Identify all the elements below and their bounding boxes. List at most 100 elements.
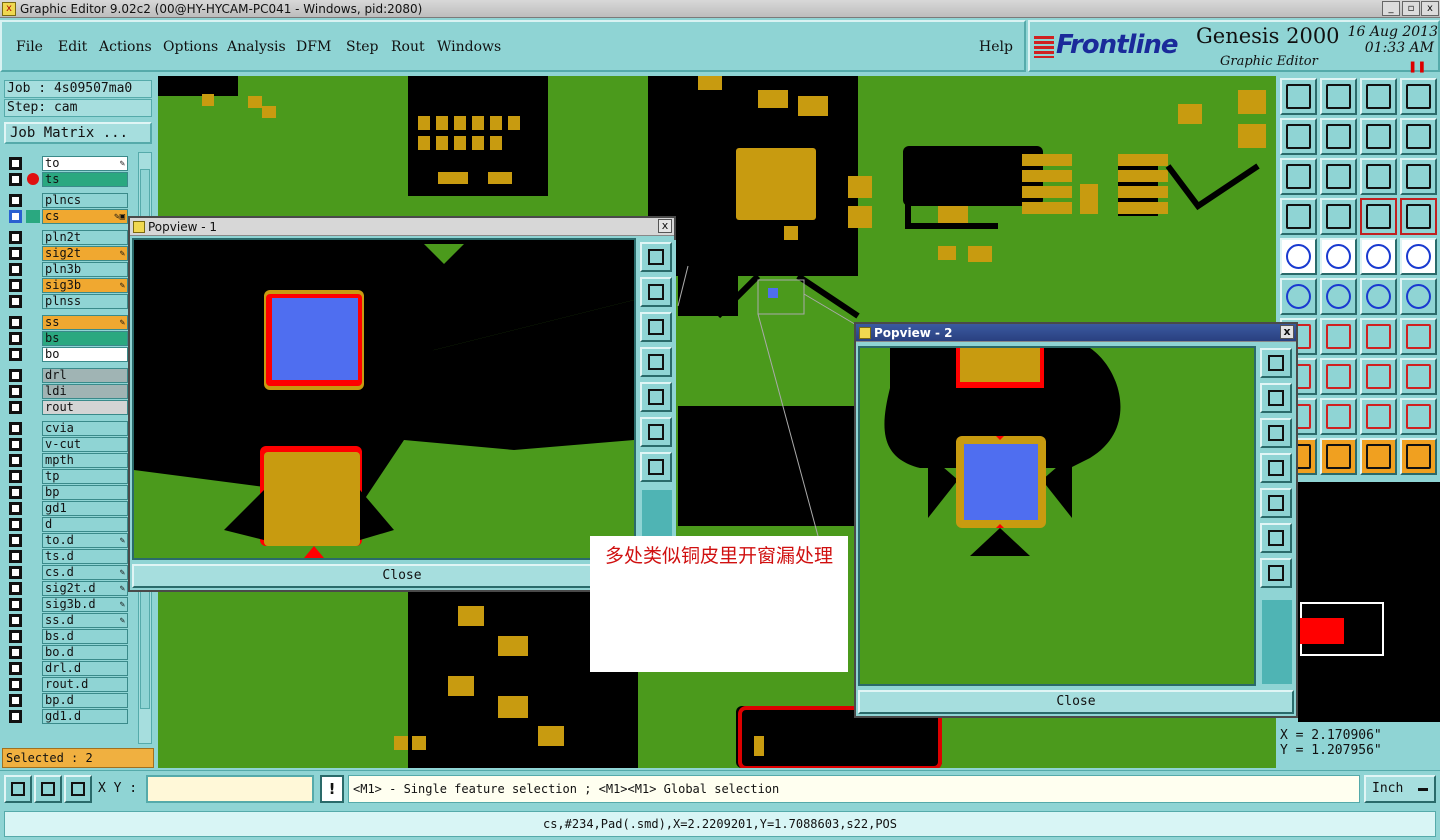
- layer-checkbox[interactable]: [9, 502, 22, 515]
- layer-row[interactable]: d: [6, 517, 130, 532]
- layer-checkbox[interactable]: [9, 550, 22, 563]
- popview-2-zoom-in-button[interactable]: [1260, 383, 1292, 413]
- popview-1-zoom-fit-button[interactable]: [640, 242, 672, 272]
- layer-name[interactable]: to.d ✎: [42, 533, 128, 548]
- layer-checkbox[interactable]: [9, 369, 22, 382]
- mirror-button[interactable]: [1400, 318, 1437, 355]
- redraw-button[interactable]: [1400, 118, 1437, 155]
- layer-name[interactable]: d: [42, 517, 128, 532]
- popview-2-zoom-out-button[interactable]: [1260, 418, 1292, 448]
- popview-1-close-icon[interactable]: x: [658, 219, 672, 233]
- popview-1-zoom-in-button[interactable]: [640, 277, 672, 307]
- layer-row[interactable]: ts.d: [6, 549, 130, 564]
- layer-row[interactable]: drl: [6, 368, 130, 383]
- layer-row[interactable]: tp: [6, 469, 130, 484]
- popview-1-fit-all-button[interactable]: [640, 417, 672, 447]
- resize-button[interactable]: [1360, 358, 1397, 395]
- layer-row[interactable]: bs.d: [6, 629, 130, 644]
- layer-name[interactable]: bp.d: [42, 693, 128, 708]
- popview-2-center-button[interactable]: [1260, 558, 1292, 588]
- layer-checkbox[interactable]: [9, 678, 22, 691]
- popview-2-fit-all-button[interactable]: [1260, 523, 1292, 553]
- rotate-button[interactable]: [1360, 318, 1397, 355]
- layer-checkbox[interactable]: [9, 582, 22, 595]
- layer-pick-button[interactable]: [1360, 198, 1397, 235]
- units-select[interactable]: Inch: [1364, 775, 1436, 803]
- layer-checkbox[interactable]: [9, 210, 22, 223]
- layer-checkbox[interactable]: [9, 422, 22, 435]
- layer-checkbox[interactable]: [9, 263, 22, 276]
- layer-row[interactable]: rout: [6, 400, 130, 415]
- add-line-button[interactable]: [1320, 238, 1357, 275]
- layer-name[interactable]: bp: [42, 485, 128, 500]
- popview-2-viewport[interactable]: [858, 346, 1256, 686]
- measure-button[interactable]: [1360, 238, 1397, 275]
- zoom-out-button[interactable]: [1320, 158, 1357, 195]
- layer-checkbox[interactable]: [9, 646, 22, 659]
- layer-name[interactable]: pln2t: [42, 230, 128, 245]
- popview-2-scroll-area[interactable]: [1262, 600, 1292, 684]
- layer-name[interactable]: gd1.d: [42, 709, 128, 724]
- layer-checkbox[interactable]: [9, 486, 22, 499]
- layer-pick-2-button[interactable]: [1400, 198, 1437, 235]
- layer-row[interactable]: cs.d ✎: [6, 565, 130, 580]
- layer-row[interactable]: rout.d: [6, 677, 130, 692]
- popview-1-pan-right-button[interactable]: [640, 382, 672, 412]
- layer-row[interactable]: ldi: [6, 384, 130, 399]
- add-pad-button[interactable]: [1280, 238, 1317, 275]
- layer-row[interactable]: plncs: [6, 193, 130, 208]
- layer-row[interactable]: bo: [6, 347, 130, 362]
- grid-button[interactable]: [1320, 198, 1357, 235]
- layer-row[interactable]: cs ✎▣: [6, 209, 130, 224]
- layer-name[interactable]: cs.d ✎: [42, 565, 128, 580]
- select-box-button[interactable]: [1400, 238, 1437, 275]
- text-b-button[interactable]: [1320, 398, 1357, 435]
- menu-windows[interactable]: Windows: [437, 39, 501, 55]
- net-button[interactable]: [1280, 278, 1317, 315]
- popview-2-pan-right-button[interactable]: [1260, 488, 1292, 518]
- layer-name[interactable]: drl: [42, 368, 128, 383]
- layer-row[interactable]: bp.d: [6, 693, 130, 708]
- split-button[interactable]: [1320, 358, 1357, 395]
- layer-row[interactable]: drl.d: [6, 661, 130, 676]
- layer-row[interactable]: cvia: [6, 421, 130, 436]
- job-matrix-button[interactable]: Job Matrix ...: [4, 122, 152, 144]
- layer-row[interactable]: bo.d: [6, 645, 130, 660]
- split-view-button[interactable]: [1400, 78, 1437, 115]
- layer-row[interactable]: sig3b.d ✎: [6, 597, 130, 612]
- exclamation-button[interactable]: !: [320, 775, 344, 803]
- layer-name[interactable]: plnss: [42, 294, 128, 309]
- zoom-in-button[interactable]: [1280, 158, 1317, 195]
- layer-name[interactable]: rout: [42, 400, 128, 415]
- popview-2-close-button[interactable]: Close: [858, 690, 1294, 714]
- flip-button[interactable]: [1360, 118, 1397, 155]
- popview-1-center-button[interactable]: [640, 452, 672, 482]
- menu-analysis[interactable]: Analysis: [227, 39, 286, 55]
- layer-row[interactable]: ts: [6, 172, 130, 187]
- layer-row[interactable]: v-cut: [6, 437, 130, 452]
- layer-row[interactable]: sig2t.d ✎: [6, 581, 130, 596]
- layer-checkbox[interactable]: [9, 279, 22, 292]
- layer-row[interactable]: to.d ✎: [6, 533, 130, 548]
- layer-name[interactable]: plncs: [42, 193, 128, 208]
- layer-row[interactable]: pln3b: [6, 262, 130, 277]
- home-button[interactable]: [1360, 78, 1397, 115]
- layer-checkbox[interactable]: [9, 316, 22, 329]
- popview-2-zoom-fit-button[interactable]: [1260, 348, 1292, 378]
- popview-1-viewport[interactable]: [132, 238, 636, 560]
- menu-dfm[interactable]: DFM: [296, 39, 331, 55]
- layer-row[interactable]: gd1: [6, 501, 130, 516]
- minimize-button[interactable]: _: [1382, 1, 1400, 16]
- layer-checkbox[interactable]: [9, 694, 22, 707]
- pan-left-button[interactable]: [1280, 118, 1317, 155]
- layer-name[interactable]: tp: [42, 469, 128, 484]
- layer-name[interactable]: ldi: [42, 384, 128, 399]
- xy-input[interactable]: [146, 775, 314, 803]
- pause-icon[interactable]: ❚❚: [1408, 60, 1426, 73]
- popview-2-close-icon[interactable]: x: [1280, 325, 1294, 339]
- grid-snap-button[interactable]: [64, 775, 92, 803]
- snap-button[interactable]: [1280, 198, 1317, 235]
- cross-button[interactable]: [1320, 278, 1357, 315]
- layer-checkbox[interactable]: [9, 231, 22, 244]
- layer-checkbox[interactable]: [9, 157, 22, 170]
